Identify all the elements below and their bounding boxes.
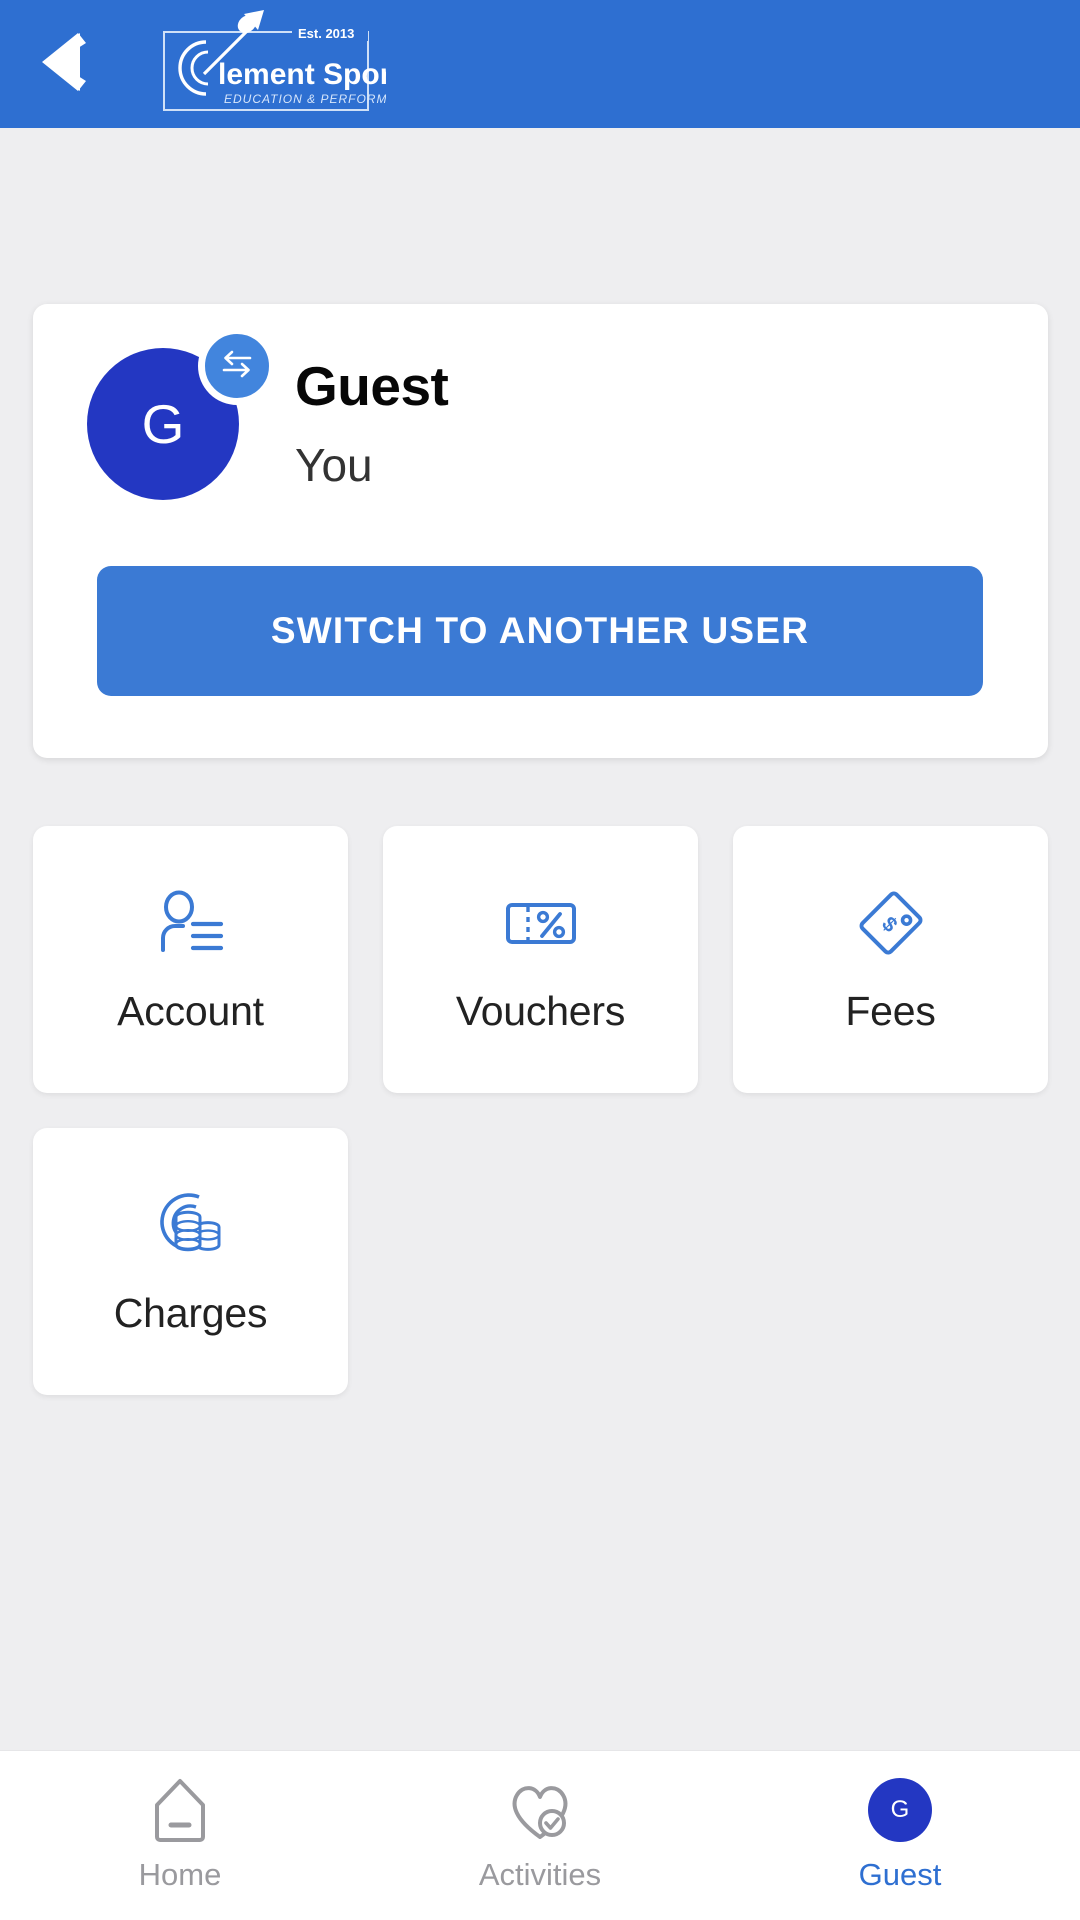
svg-text:$: $ bbox=[877, 912, 902, 937]
profile-names: Guest You bbox=[295, 355, 449, 491]
profile-card: G Guest You SWITCH TO ANOTHER USER bbox=[33, 304, 1048, 758]
app-screen: Est. 2013 lement Sports EDUCATION & PERF… bbox=[0, 0, 1080, 1920]
tile-label: Account bbox=[117, 988, 264, 1034]
logo-established: Est. 2013 bbox=[298, 26, 354, 41]
nav-item-guest[interactable]: G Guest bbox=[720, 1773, 1080, 1893]
switch-to-another-user-button[interactable]: SWITCH TO ANOTHER USER bbox=[97, 566, 983, 696]
avatar-initial: G bbox=[141, 393, 185, 455]
nav-avatar: G bbox=[868, 1778, 932, 1842]
tile-label: Vouchers bbox=[455, 988, 626, 1034]
home-icon bbox=[149, 1773, 211, 1847]
brand-logo: Est. 2013 lement Sports EDUCATION & PERF… bbox=[146, 8, 424, 118]
logo-brand-name: lement Sports bbox=[218, 58, 386, 91]
tile-label: Fees bbox=[845, 988, 936, 1034]
user-avatar-icon: G bbox=[868, 1773, 932, 1847]
user-details-icon bbox=[152, 884, 230, 962]
nav-item-activities[interactable]: Activities bbox=[360, 1773, 720, 1893]
switch-user-badge[interactable] bbox=[198, 327, 276, 405]
quick-actions-grid: Account Vouchers $ Fees Charges bbox=[33, 826, 1048, 1395]
tile-vouchers[interactable]: Vouchers bbox=[383, 826, 698, 1093]
chevron-left-icon bbox=[34, 29, 90, 100]
nav-avatar-initial: G bbox=[890, 1796, 910, 1823]
tile-label: Charges bbox=[113, 1290, 268, 1336]
profile-name: Guest bbox=[295, 355, 449, 417]
nav-label: Activities bbox=[478, 1857, 602, 1892]
price-tag-dollar-icon: $ bbox=[855, 884, 927, 962]
profile-identity-row: G Guest You bbox=[33, 304, 1048, 536]
tile-account[interactable]: Account bbox=[33, 826, 348, 1093]
voucher-percent-icon bbox=[504, 884, 578, 962]
profile-relation: You bbox=[295, 438, 373, 491]
nav-item-home[interactable]: Home bbox=[0, 1773, 360, 1893]
coins-stack-icon bbox=[153, 1186, 229, 1264]
back-button[interactable] bbox=[0, 0, 110, 128]
page-body: G Guest You SWITCH TO ANOTHER USER Accou… bbox=[0, 128, 1080, 1920]
logo-tagline: EDUCATION & PERFORMANCE bbox=[224, 92, 386, 106]
nav-label: Home bbox=[138, 1857, 222, 1892]
heart-check-icon bbox=[505, 1773, 575, 1847]
bottom-navigation: Home Activities G Guest bbox=[0, 1750, 1080, 1920]
app-header: Est. 2013 lement Sports EDUCATION & PERF… bbox=[0, 0, 1080, 128]
tile-charges[interactable]: Charges bbox=[33, 1128, 348, 1395]
swap-arrows-icon bbox=[217, 347, 257, 386]
nav-label: Guest bbox=[858, 1857, 942, 1892]
tile-fees[interactable]: $ Fees bbox=[733, 826, 1048, 1093]
